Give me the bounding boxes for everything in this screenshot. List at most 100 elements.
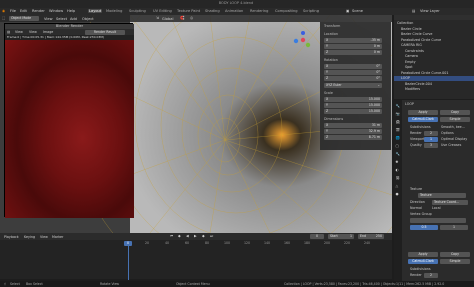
dimensions-z-field[interactable]: Z 8.71 m: [324, 135, 382, 140]
object-tab-icon[interactable]: ▢: [396, 144, 399, 148]
play-reverse-icon[interactable]: ◀: [186, 234, 189, 238]
apply-button[interactable]: Apply: [408, 110, 438, 115]
scene-tab-icon[interactable]: 🎬: [396, 128, 400, 132]
particles-tab-icon[interactable]: ✺: [396, 160, 399, 164]
image-editor-icon[interactable]: ▧: [7, 30, 10, 34]
viewport-menu-select[interactable]: Select: [56, 17, 67, 21]
scene-icon[interactable]: ▣: [346, 9, 349, 13]
next-keyframe-icon[interactable]: ◆: [202, 234, 205, 238]
transform-orientation-icon[interactable]: ⇲: [156, 16, 159, 20]
tab-shading[interactable]: Shading: [204, 9, 221, 13]
blender-logo-icon[interactable]: ◉: [2, 9, 5, 13]
constraints-tab-icon[interactable]: ⛓: [396, 176, 400, 180]
scale-x-field[interactable]: X 15.000: [324, 97, 382, 102]
render-result-image[interactable]: [5, 40, 134, 218]
tab-animation[interactable]: Animation: [224, 9, 244, 13]
smooth-uv-select[interactable]: Smooth, kee...: [441, 125, 465, 129]
optimal-display-checkbox[interactable]: Optimal Display: [441, 137, 467, 141]
strength-field[interactable]: 1: [440, 225, 468, 230]
tab-layout[interactable]: Layout: [88, 8, 103, 13]
space-value[interactable]: Local: [432, 206, 441, 210]
vertex-group-field[interactable]: [410, 218, 466, 223]
scene-selector[interactable]: Scene: [352, 9, 363, 13]
timeline-menu-marker[interactable]: Marker: [52, 235, 63, 239]
current-frame-field[interactable]: 0: [310, 234, 324, 239]
midlevel-field[interactable]: 0.5: [410, 225, 438, 230]
copy-button-2[interactable]: Copy: [440, 252, 470, 257]
tab-modeling[interactable]: Modeling: [105, 9, 123, 13]
menu-help[interactable]: Help: [67, 9, 75, 13]
outliner-row[interactable]: Spot: [394, 65, 474, 70]
world-tab-icon[interactable]: 🌐: [396, 136, 400, 140]
outliner-row[interactable]: Parabolized Circle Curve.001: [394, 71, 474, 76]
outliner-row[interactable]: Bezier Circle: [394, 27, 474, 32]
menu-edit[interactable]: Edit: [20, 9, 27, 13]
catmull-clark-button[interactable]: Catmull-Clark: [408, 117, 438, 122]
navigation-gizmo[interactable]: [291, 28, 315, 52]
outliner-row-selected[interactable]: LOOP: [394, 76, 474, 81]
simple-button-2[interactable]: Simple: [440, 259, 470, 264]
dimensions-x-field[interactable]: X 31 m: [324, 123, 382, 128]
editor-type-icon[interactable]: ⬚: [2, 16, 5, 20]
render-levels-field[interactable]: 2: [424, 130, 438, 136]
material-tab-icon[interactable]: ●: [396, 192, 399, 196]
copy-button[interactable]: Copy: [440, 110, 470, 115]
outliner-row[interactable]: Camera: [394, 54, 474, 59]
prev-keyframe-icon[interactable]: ◆: [178, 234, 181, 238]
viewport-levels-field[interactable]: 1: [424, 136, 438, 142]
dimensions-y-field[interactable]: Y 32.9 m: [324, 129, 382, 134]
render-menu-image[interactable]: Image: [43, 30, 53, 34]
use-creases-checkbox[interactable]: Use Creases: [441, 143, 461, 147]
tab-scripting[interactable]: Scripting: [302, 9, 320, 13]
render-slot-selector[interactable]: Render Result: [85, 29, 125, 35]
tab-sculpting[interactable]: Sculpting: [128, 9, 147, 13]
modifier-tab-icon[interactable]: 🔧: [396, 152, 400, 156]
timeline-menu-playback[interactable]: Playback: [4, 235, 19, 239]
render-levels-field-2[interactable]: 2: [424, 272, 438, 278]
timeline-menu-view[interactable]: View: [40, 235, 48, 239]
tab-uv-editing[interactable]: UV Editing: [152, 9, 173, 13]
outliner-row[interactable]: Parabolized Circle Curve: [394, 38, 474, 43]
outliner-row[interactable]: Modifiers: [394, 87, 474, 92]
orientation-selector[interactable]: Global: [162, 17, 173, 21]
menu-render[interactable]: Render: [32, 9, 45, 13]
menu-file[interactable]: File: [10, 9, 16, 13]
timeline-menu-keying[interactable]: Keying: [24, 235, 35, 239]
catmull-clark-button-2[interactable]: Catmull-Clark: [408, 259, 438, 264]
play-icon[interactable]: ▶: [194, 234, 197, 238]
render-menu-view-2[interactable]: View: [29, 30, 37, 34]
rotation-mode-select[interactable]: XYZ Euler ⌄: [324, 83, 382, 88]
render-menu-view[interactable]: View: [15, 30, 23, 34]
menu-window[interactable]: Window: [49, 9, 63, 13]
scale-y-field[interactable]: Y 15.000: [324, 103, 382, 108]
tab-rendering[interactable]: Rendering: [249, 9, 269, 13]
quality-field[interactable]: 3: [424, 142, 438, 148]
outliner-row[interactable]: Constraints: [394, 49, 474, 54]
rotation-x-field[interactable]: X 0°: [324, 64, 382, 69]
end-frame-field[interactable]: End 250: [358, 234, 384, 239]
location-x-field[interactable]: X -35 m: [324, 38, 382, 43]
viewport-menu-add[interactable]: Add: [70, 17, 77, 21]
viewport-menu-view[interactable]: View: [44, 17, 53, 21]
tab-texture-paint[interactable]: Texture Paint: [176, 9, 201, 13]
snap-icon[interactable]: 🧲: [180, 16, 184, 20]
rotation-y-field[interactable]: Y 0°: [324, 70, 382, 75]
data-tab-icon[interactable]: △: [396, 184, 399, 188]
tab-compositing[interactable]: Compositing: [274, 9, 299, 13]
physics-tab-icon[interactable]: ◐: [396, 168, 399, 172]
render-tab-icon[interactable]: 📷: [396, 112, 400, 116]
location-z-field[interactable]: Z0 m: [324, 50, 382, 55]
apply-button-2[interactable]: Apply: [408, 252, 438, 257]
transform-section-title[interactable]: Transform: [324, 24, 340, 28]
view-layer-icon[interactable]: ▤: [412, 9, 415, 13]
start-frame-field[interactable]: Start 1: [328, 234, 354, 239]
jump-end-icon[interactable]: ⏭: [210, 234, 213, 238]
outliner-row[interactable]: Collection: [394, 21, 474, 26]
proportional-edit-icon[interactable]: ◎: [190, 16, 193, 20]
viewport-menu-object[interactable]: Object: [82, 17, 94, 21]
outliner-row[interactable]: BezierCircle.004: [394, 82, 474, 87]
scale-z-field[interactable]: Z 15.000: [324, 109, 382, 114]
jump-start-icon[interactable]: ⏮: [170, 234, 173, 238]
outliner-row[interactable]: CAMERA RIG: [394, 43, 474, 48]
mode-selector[interactable]: Object Mode: [9, 16, 39, 21]
